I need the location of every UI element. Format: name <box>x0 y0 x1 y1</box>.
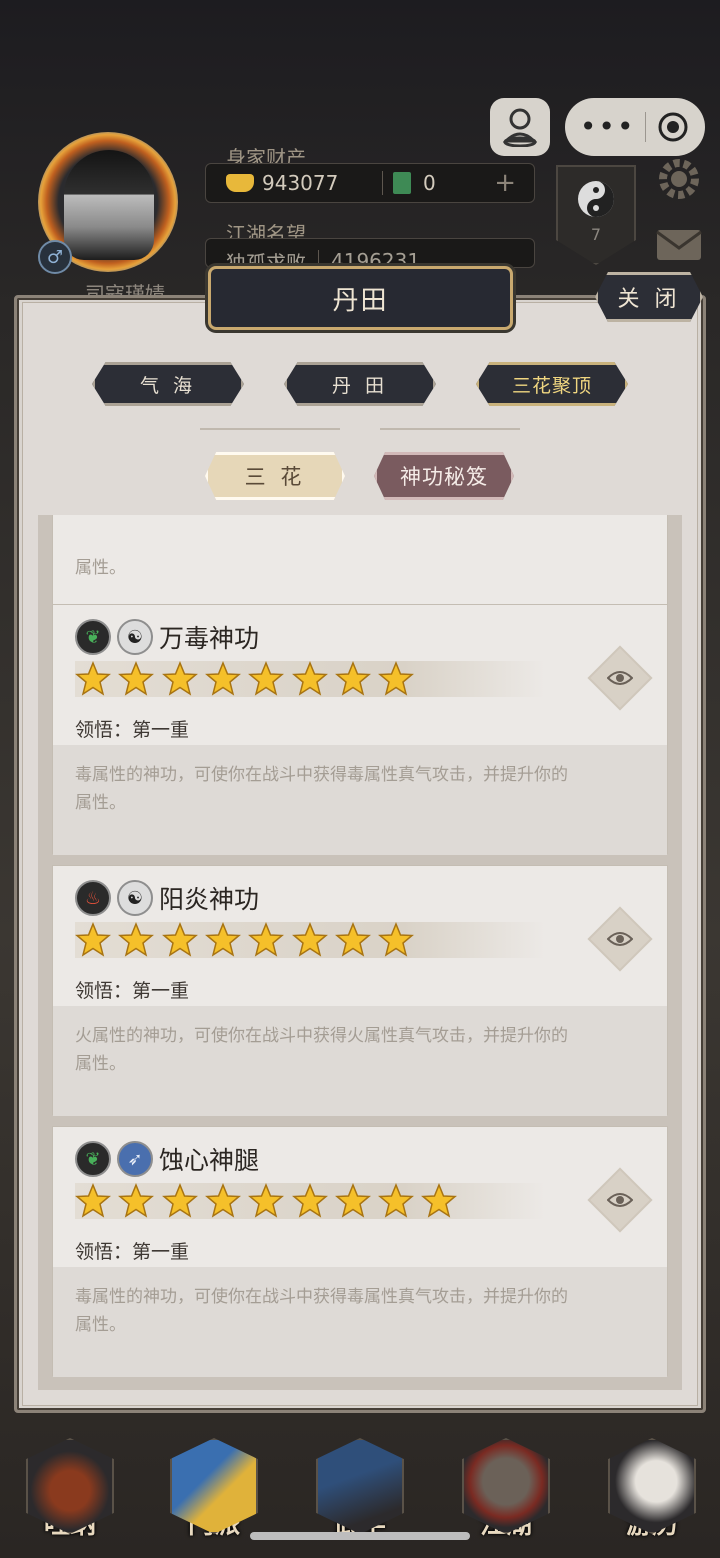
skill-card[interactable]: ❦ ➶ 蚀心神腿 领悟：第一重 毒属性的神功，可使你在战斗中获得毒属性真气攻击，… <box>52 1126 668 1377</box>
star-icon <box>204 1183 241 1218</box>
player-avatar[interactable]: ♂ <box>30 122 190 282</box>
skill-desc: 毒属性的神功，可使你在战斗中获得毒属性真气攻击，并提升你的 属性。 <box>75 1287 568 1335</box>
comprehension-level: 领悟：第一重 <box>75 980 190 1002</box>
star-icon <box>378 1183 415 1218</box>
yin-yang-icon <box>578 181 614 217</box>
yin-yang-icon: ☯ <box>117 619 153 655</box>
horse-icon <box>608 1438 696 1534</box>
star-icon <box>204 922 241 957</box>
boot-kick-icon: ➶ <box>117 1141 153 1177</box>
tab-qihai[interactable]: 气 海 <box>92 362 244 406</box>
martial-book-icon <box>316 1438 404 1534</box>
subtab-sanhua[interactable]: 三 花 <box>205 452 345 500</box>
poison-leaf-icon: ❦ <box>75 1141 111 1177</box>
star-icon <box>161 922 198 957</box>
star-icon <box>248 1183 285 1218</box>
comprehension-level: 领悟：第一重 <box>75 719 190 741</box>
star-icon <box>75 661 111 696</box>
star-icon <box>161 661 198 696</box>
fire-icon: ♨ <box>75 880 111 916</box>
star-rating <box>75 661 545 697</box>
nav-wuxue[interactable]: 武学 <box>312 1438 408 1558</box>
badge-level: 7 <box>590 225 602 244</box>
star-rating <box>75 922 545 958</box>
tab-sanhua-juding[interactable]: 三花聚顶 <box>476 362 628 406</box>
star-icon <box>161 1183 198 1218</box>
title-text: 独孤求败 <box>226 250 306 268</box>
star-icon <box>118 661 155 696</box>
add-currency-button[interactable]: + <box>494 168 516 198</box>
subtab-shengong-miji[interactable]: 神功秘笈 <box>374 452 514 500</box>
skill-desc: 火属性的神功，可使你在战斗中获得火属性真气攻击，并提升你的 属性。 <box>75 1026 568 1074</box>
skill-name: 万毒神功 <box>159 624 260 653</box>
tab-dantian[interactable]: 丹 田 <box>284 362 436 406</box>
nav-jianghu[interactable]: 江湖 <box>458 1438 554 1558</box>
star-icon <box>204 661 241 696</box>
star-icon <box>248 661 285 696</box>
user-pin-icon <box>503 108 537 147</box>
skill-list[interactable]: 属性。 ❦ ☯ 万毒神功 领悟：第一重 毒属性的神功，可使你在战斗中获得毒属性真… <box>38 515 682 1390</box>
skill-desc: 毒属性的神功，可使你在战斗中获得毒属性真气攻击，并提升你的 属性。 <box>75 765 568 813</box>
star-icon <box>118 1183 155 1218</box>
avatar <box>64 150 154 260</box>
star-rating <box>75 1183 545 1219</box>
skill-name: 阳炎神功 <box>159 885 260 914</box>
eye-icon <box>607 1193 633 1207</box>
skill-card[interactable]: ♨ ☯ 阳炎神功 领悟：第一重 火属性的神功，可使你在战斗中获得火属性真气攻击，… <box>52 865 668 1116</box>
yin-yang-icon: ☯ <box>117 880 153 916</box>
home-indicator[interactable] <box>250 1532 470 1540</box>
star-icon <box>334 1183 371 1218</box>
nav-tuna[interactable]: 吐纳 <box>22 1438 118 1558</box>
star-icon <box>75 1183 111 1218</box>
skill-card[interactable]: ❦ ☯ 万毒神功 领悟：第一重 毒属性的神功，可使你在战斗中获得毒属性真气攻击，… <box>52 604 668 855</box>
wealth-bar: 943077 0 + <box>205 163 535 203</box>
star-icon <box>118 922 155 957</box>
more-icon[interactable]: ••• <box>580 113 636 141</box>
star-icon <box>378 661 415 696</box>
skill-desc: 属性。 <box>75 558 126 578</box>
star-icon <box>291 661 328 696</box>
star-icon <box>291 1183 328 1218</box>
comprehension-level: 领悟：第一重 <box>75 1241 190 1263</box>
panel-title: 丹田 <box>208 266 513 330</box>
mail-icon[interactable] <box>655 228 703 262</box>
star-icon <box>334 922 371 957</box>
mini-program-capsule: ••• <box>565 98 705 156</box>
close-target-icon[interactable] <box>656 110 690 144</box>
star-icon <box>421 1183 458 1218</box>
poison-leaf-icon: ❦ <box>75 619 111 655</box>
star-icon <box>378 922 415 957</box>
ornament-divider <box>200 428 520 430</box>
nav-youli[interactable]: 游历 <box>604 1438 700 1558</box>
reputation-bar: 独孤求败 4196231 <box>205 238 535 268</box>
settings-gear-icon[interactable] <box>655 155 703 203</box>
skill-name: 蚀心神腿 <box>159 1146 260 1175</box>
meditation-icon <box>26 1438 114 1534</box>
gold-ingot-icon <box>226 174 254 192</box>
taiji-badge[interactable]: 7 <box>556 165 636 265</box>
star-icon <box>75 922 111 957</box>
gold-value: 943077 <box>262 171 339 195</box>
star-icon <box>291 922 328 957</box>
star-icon <box>334 661 371 696</box>
jade-icon <box>393 172 411 194</box>
jade-value: 0 <box>423 171 436 195</box>
eye-icon <box>607 671 633 685</box>
profile-button[interactable] <box>490 98 550 156</box>
star-icon <box>248 922 285 957</box>
close-button[interactable]: 关 闭 <box>595 272 703 322</box>
nav-menpai[interactable]: 门派 <box>166 1438 262 1558</box>
eye-icon <box>607 932 633 946</box>
sect-banner-icon <box>170 1438 258 1534</box>
male-icon: ♂ <box>38 240 72 274</box>
bamboo-hat-icon <box>462 1438 550 1534</box>
